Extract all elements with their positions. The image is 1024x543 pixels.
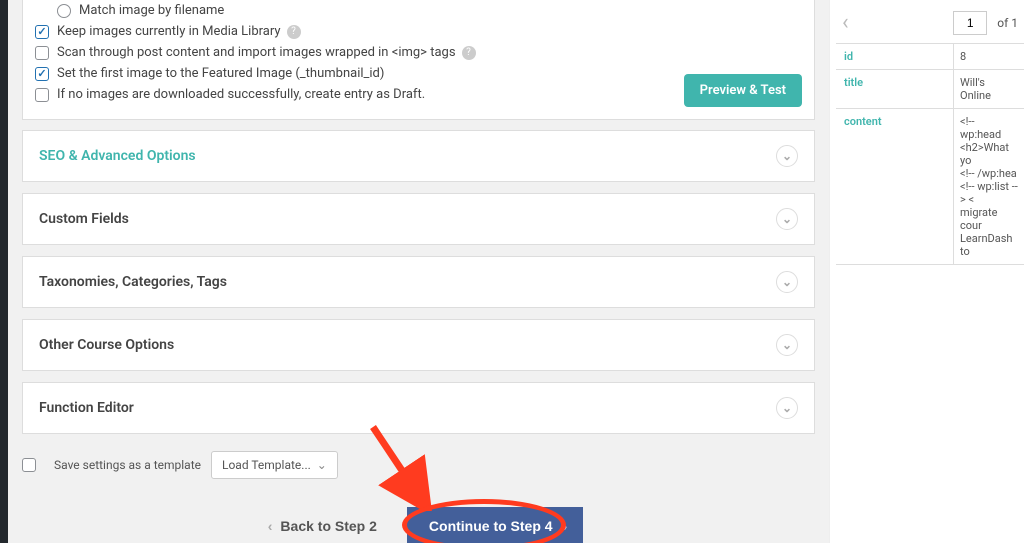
step-navigation: ‹ Back to Step 2 Continue to Step 4 ›: [8, 507, 829, 543]
preview-key-title: title: [836, 70, 954, 108]
page-total-label: of 1: [997, 16, 1018, 30]
option-label: Set the first image to the Featured Imag…: [57, 66, 384, 81]
page-number-input[interactable]: [953, 11, 987, 35]
load-template-dropdown[interactable]: Load Template... ⌄: [211, 451, 338, 479]
chevron-left-icon: ‹: [268, 518, 273, 534]
save-template-label: Save settings as a template: [54, 458, 201, 472]
chevron-down-icon: ⌄: [776, 397, 798, 419]
save-template-row: Save settings as a template Load Templat…: [22, 451, 815, 479]
option-scan-post-content[interactable]: Scan through post content and import ima…: [35, 42, 802, 63]
admin-menu-strip: [0, 0, 8, 543]
option-label: If no images are downloaded successfully…: [57, 87, 425, 102]
section-title: SEO & Advanced Options: [39, 148, 196, 164]
continue-button[interactable]: Continue to Step 4 ›: [407, 507, 583, 543]
help-icon[interactable]: ?: [287, 25, 301, 39]
table-row: title Will's Online: [836, 70, 1024, 109]
section-title: Custom Fields: [39, 211, 129, 227]
load-template-label: Load Template...: [222, 458, 311, 472]
preview-test-button[interactable]: Preview & Test: [684, 74, 802, 107]
option-label: Scan through post content and import ima…: [57, 45, 456, 60]
preview-table: id 8 title Will's Online content <!-- wp…: [836, 43, 1024, 265]
checkbox-checked-icon: [35, 67, 49, 81]
checkbox-unchecked-icon: [35, 88, 49, 102]
chevron-down-icon: ⌄: [776, 271, 798, 293]
option-match-filename[interactable]: Match image by filename: [35, 0, 802, 21]
radio-unchecked-icon: [57, 4, 71, 18]
section-custom-fields[interactable]: Custom Fields ⌄: [22, 193, 815, 245]
option-label: Match image by filename: [79, 3, 224, 18]
checkbox-unchecked-icon[interactable]: [22, 458, 36, 472]
preview-val-content: <!-- wp:head <h2>What yo <!-- /wp:hea <!…: [954, 109, 1024, 264]
chevron-down-icon: ⌄: [776, 145, 798, 167]
chevron-down-icon: ⌄: [317, 458, 327, 472]
preview-val-id: 8: [954, 44, 1024, 69]
back-button[interactable]: ‹ Back to Step 2: [254, 507, 399, 543]
back-label: Back to Step 2: [280, 518, 376, 534]
section-title: Other Course Options: [39, 337, 174, 353]
record-pager: ‹ of 1: [836, 10, 1024, 43]
table-row: id 8: [836, 44, 1024, 70]
image-options-panel: Match image by filename Keep images curr…: [22, 0, 815, 120]
preview-key-id: id: [836, 44, 954, 69]
record-preview-pane: ‹ of 1 id 8 title Will's Online content …: [829, 0, 1024, 543]
help-icon[interactable]: ?: [462, 46, 476, 60]
continue-label: Continue to Step 4: [429, 518, 553, 534]
chevron-right-icon: ›: [563, 518, 568, 534]
pager-prev-icon[interactable]: ‹: [842, 10, 849, 35]
section-title: Function Editor: [39, 400, 134, 416]
section-taxonomies[interactable]: Taxonomies, Categories, Tags ⌄: [22, 256, 815, 308]
section-seo-advanced[interactable]: SEO & Advanced Options ⌄: [22, 130, 815, 182]
preview-key-content: content: [836, 109, 954, 264]
option-keep-media-library[interactable]: Keep images currently in Media Library ?: [35, 21, 802, 42]
chevron-down-icon: ⌄: [776, 208, 798, 230]
section-title: Taxonomies, Categories, Tags: [39, 274, 227, 290]
section-function-editor[interactable]: Function Editor ⌄: [22, 382, 815, 434]
checkbox-unchecked-icon: [35, 46, 49, 60]
preview-val-title: Will's Online: [954, 70, 1024, 108]
option-label: Keep images currently in Media Library: [57, 24, 281, 39]
checkbox-checked-icon: [35, 25, 49, 39]
chevron-down-icon: ⌄: [776, 334, 798, 356]
section-course-options[interactable]: Other Course Options ⌄: [22, 319, 815, 371]
table-row: content <!-- wp:head <h2>What yo <!-- /w…: [836, 109, 1024, 265]
